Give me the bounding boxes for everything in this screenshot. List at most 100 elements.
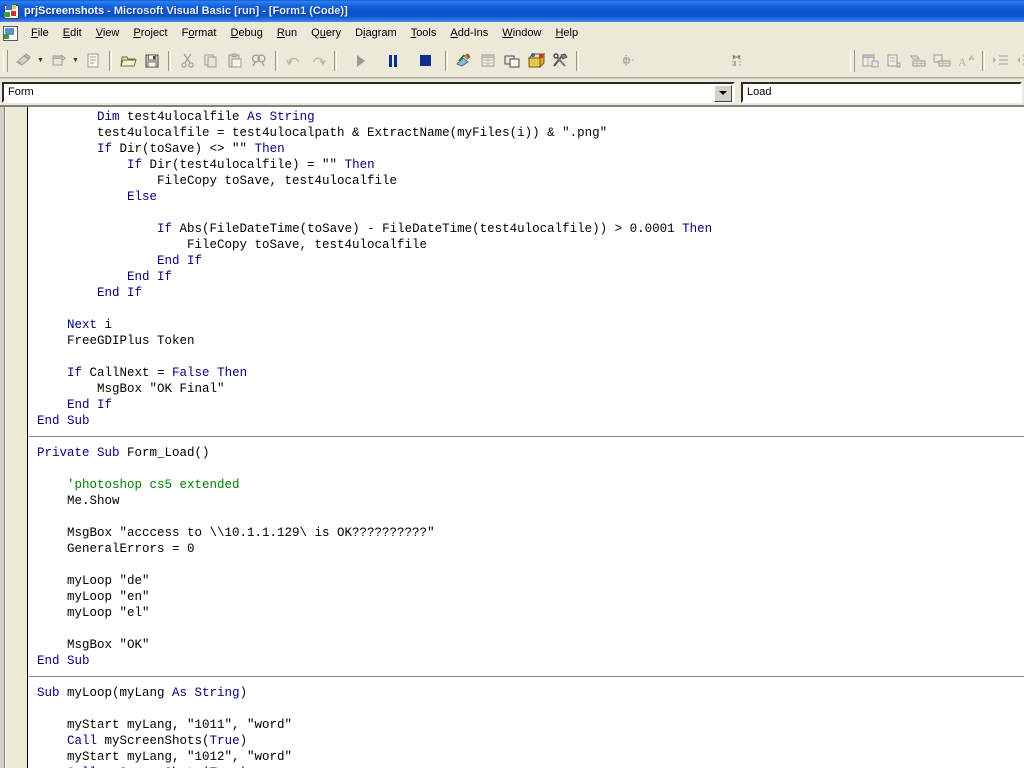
end-stop-icon[interactable] xyxy=(413,49,437,72)
toolbox-icon[interactable] xyxy=(548,49,572,72)
menu-editor-icon[interactable] xyxy=(81,49,105,72)
code-line[interactable]: Sub myLoop(myLang As String) xyxy=(29,685,1024,701)
code-line[interactable]: FileCopy toSave, test4ulocalfile xyxy=(29,173,1024,189)
code-line[interactable]: If Dir(test4ulocalfile) = "" Then xyxy=(29,157,1024,173)
code-line[interactable]: GeneralErrors = 0 xyxy=(29,541,1024,557)
break-pause-icon[interactable] xyxy=(381,49,405,72)
code-line[interactable] xyxy=(29,509,1024,525)
code-keyword: If xyxy=(97,142,113,156)
code-line[interactable]: End Sub xyxy=(29,413,1024,429)
menu-item-add-ins[interactable]: Add-Ins xyxy=(443,24,495,42)
toolbar-grip[interactable] xyxy=(3,49,8,72)
add-standard-exe-dropdown-arrow[interactable]: ▼ xyxy=(35,49,46,72)
project-explorer-icon[interactable] xyxy=(452,49,476,72)
add-form-icon[interactable] xyxy=(46,49,70,72)
start-run-icon[interactable] xyxy=(349,49,373,72)
code-line[interactable]: If Dir(toSave) <> "" Then xyxy=(29,141,1024,157)
code-text: ) xyxy=(239,734,248,748)
code-line[interactable]: myLoop "de" xyxy=(29,573,1024,589)
outdent-icon[interactable] xyxy=(1013,49,1024,72)
code-line[interactable]: Private Sub Form_Load() xyxy=(29,445,1024,461)
menu-item-format[interactable]: Format xyxy=(175,24,224,42)
save-project-icon[interactable] xyxy=(140,49,164,72)
paste-icon[interactable] xyxy=(223,49,247,72)
toolbar-separator xyxy=(445,50,448,71)
code-line[interactable]: 'photoshop cs5 extended xyxy=(29,477,1024,493)
menu-item-debug[interactable]: Debug xyxy=(223,24,269,42)
sql-editor-icon[interactable] xyxy=(906,49,930,72)
code-line[interactable]: Next i xyxy=(29,317,1024,333)
menu-item-window[interactable]: Window xyxy=(495,24,548,42)
font-size-icon[interactable]: A xyxy=(954,49,978,72)
code-text-area[interactable]: Dim test4ulocalfile As String test4uloca… xyxy=(29,107,1024,768)
code-line[interactable]: Me.Show xyxy=(29,493,1024,509)
code-line[interactable]: End If xyxy=(29,269,1024,285)
menu-item-query[interactable]: Query xyxy=(304,24,348,42)
add-standard-exe-icon[interactable] xyxy=(11,49,35,72)
open-project-icon[interactable] xyxy=(116,49,140,72)
code-line[interactable]: myStart myLang, "1012", "word" xyxy=(29,749,1024,765)
menu-item-view[interactable]: View xyxy=(89,24,127,42)
code-text: Dir(toSave) <> "" xyxy=(112,142,255,156)
procedure-dropdown[interactable]: Load xyxy=(741,81,1022,103)
menu-item-edit[interactable]: Edit xyxy=(56,24,89,42)
code-line[interactable]: FileCopy toSave, test4ulocalfile xyxy=(29,237,1024,253)
find-icon[interactable] xyxy=(247,49,271,72)
undo-icon[interactable] xyxy=(282,49,306,72)
code-line[interactable]: If CallNext = False Then xyxy=(29,365,1024,381)
menu-item-tools[interactable]: Tools xyxy=(404,24,444,42)
object-dropdown-arrow[interactable] xyxy=(714,84,732,102)
code-text: test4ulocalfile xyxy=(119,110,248,124)
object-dropdown[interactable]: Form xyxy=(2,81,735,103)
code-text: i xyxy=(97,318,113,332)
data-view-window-icon[interactable] xyxy=(858,49,882,72)
code-text: Abs(FileDateTime(toSave) - FileDateTime(… xyxy=(172,222,683,236)
code-line[interactable]: Call myScreenShots(True) xyxy=(29,733,1024,749)
menu-item-file[interactable]: FFileile xyxy=(24,24,56,42)
code-line[interactable]: FreeGDIPlus Token xyxy=(29,333,1024,349)
code-line[interactable] xyxy=(29,205,1024,221)
margin-indicator-bar[interactable] xyxy=(6,107,28,768)
code-line[interactable]: End If xyxy=(29,253,1024,269)
visual-component-manager-icon[interactable] xyxy=(882,49,906,72)
svg-text:A: A xyxy=(958,55,967,68)
code-line[interactable]: If Abs(FileDateTime(toSave) - FileDateTi… xyxy=(29,221,1024,237)
code-line[interactable]: End Sub xyxy=(29,653,1024,669)
redo-icon[interactable] xyxy=(306,49,330,72)
code-line[interactable]: test4ulocalfile = test4ulocalpath & Extr… xyxy=(29,125,1024,141)
code-text: myStart myLang, "1011", "word" xyxy=(37,718,293,732)
code-line[interactable] xyxy=(29,301,1024,317)
code-line[interactable] xyxy=(29,701,1024,717)
code-line[interactable]: Dim test4ulocalfile As String xyxy=(29,109,1024,125)
menu-item-project[interactable]: Project xyxy=(126,24,174,42)
properties-window-icon[interactable] xyxy=(476,49,500,72)
toolbar-grip-secondary[interactable] xyxy=(850,49,855,72)
code-line[interactable]: myLoop "en" xyxy=(29,589,1024,605)
menu-item-help[interactable]: Help xyxy=(548,24,585,42)
object-browser-icon[interactable] xyxy=(524,49,548,72)
menu-item-diagram[interactable]: Diagram xyxy=(348,24,404,42)
code-line[interactable] xyxy=(29,557,1024,573)
code-line[interactable] xyxy=(29,621,1024,637)
code-line[interactable] xyxy=(29,461,1024,477)
toolbar-separator xyxy=(109,50,112,71)
cut-icon[interactable] xyxy=(175,49,199,72)
code-line[interactable]: End If xyxy=(29,285,1024,301)
indent-icon[interactable] xyxy=(989,49,1013,72)
add-form-dropdown-arrow[interactable]: ▼ xyxy=(70,49,81,72)
code-line[interactable]: End If xyxy=(29,397,1024,413)
code-line[interactable]: myStart myLang, "1011", "word" xyxy=(29,717,1024,733)
code-line[interactable]: MsgBox "acccess to \\10.1.1.129\ is OK??… xyxy=(29,525,1024,541)
code-line[interactable] xyxy=(29,349,1024,365)
code-line[interactable]: Else xyxy=(29,189,1024,205)
form-layout-window-icon[interactable] xyxy=(500,49,524,72)
menu-item-run[interactable]: Run xyxy=(270,24,304,42)
code-line[interactable]: MsgBox "OK Final" xyxy=(29,381,1024,397)
copy-icon[interactable] xyxy=(199,49,223,72)
code-line[interactable]: myLoop "el" xyxy=(29,605,1024,621)
code-keyword: If xyxy=(157,222,173,236)
query-builder-icon[interactable] xyxy=(930,49,954,72)
code-line[interactable]: MsgBox "OK" xyxy=(29,637,1024,653)
